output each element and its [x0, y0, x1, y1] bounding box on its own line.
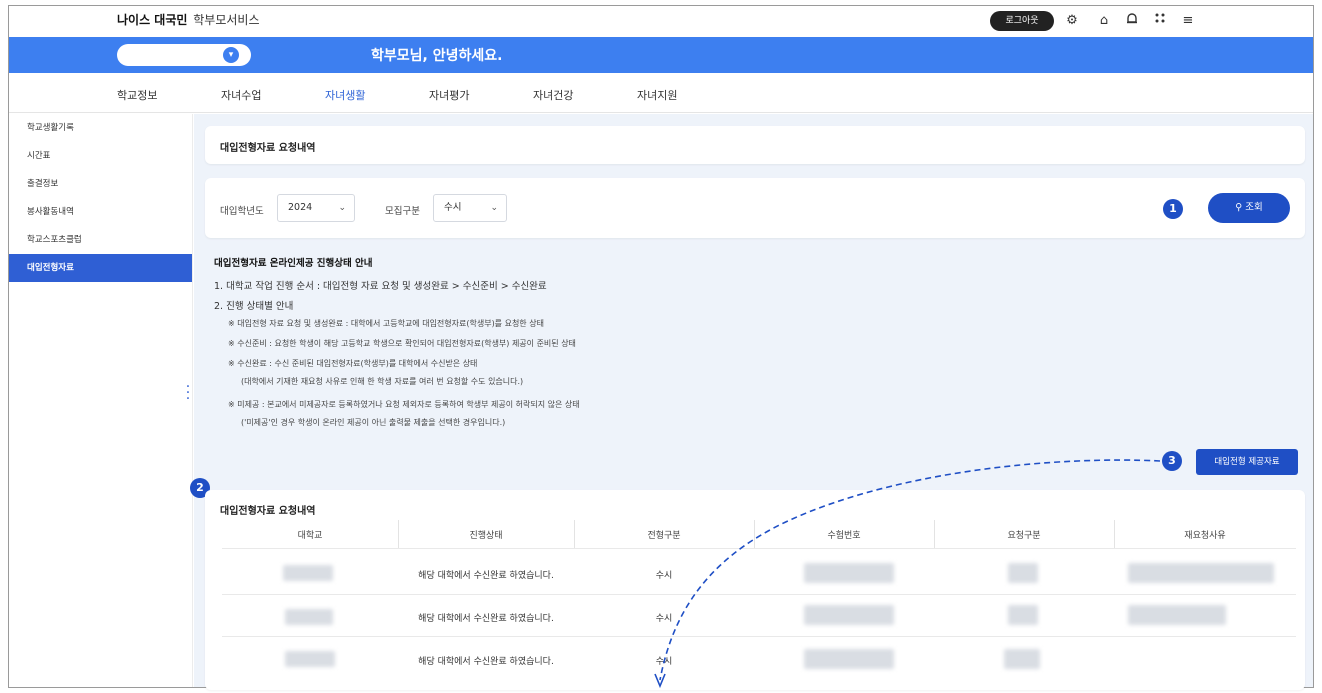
- annotation-arrow: [654, 459, 1161, 689]
